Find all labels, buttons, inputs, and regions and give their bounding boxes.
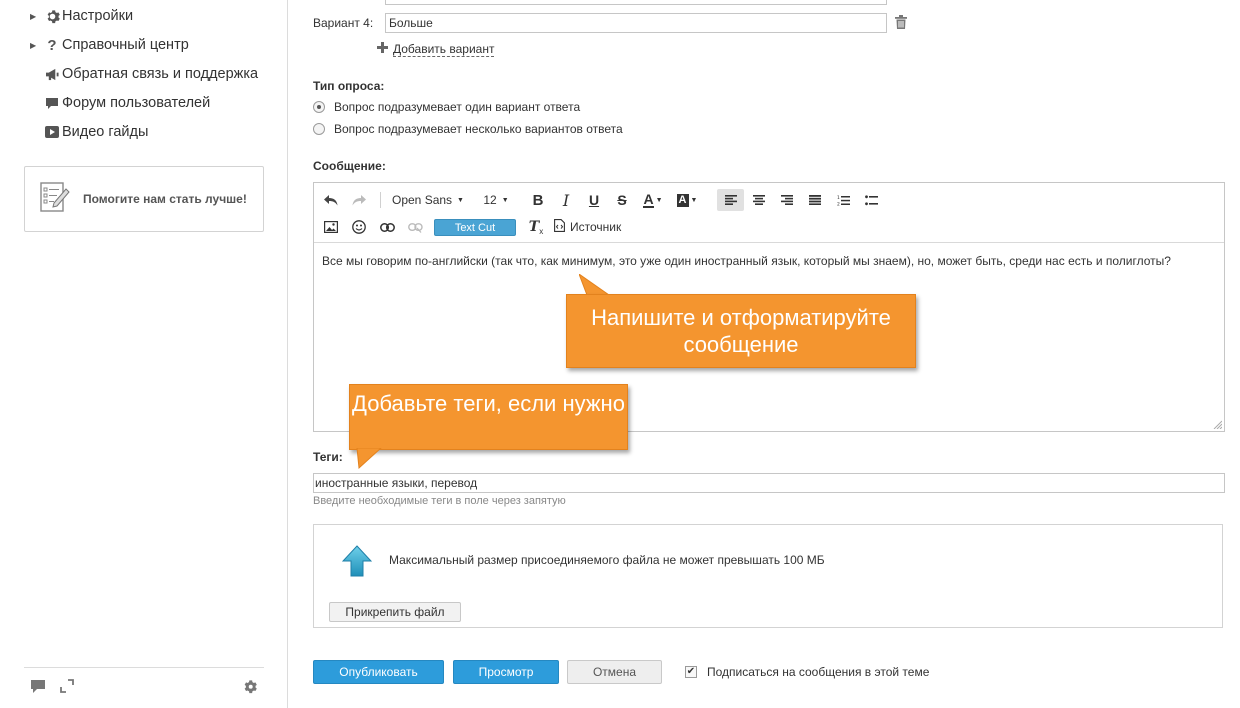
publish-button[interactable]: Опубликовать	[313, 660, 444, 684]
message-text-area[interactable]: Все мы говорим по-английски (так что, ка…	[322, 253, 1216, 269]
help-box-label: Помогите нам стать лучше!	[83, 192, 247, 206]
sidebar-item-label: Настройки	[62, 8, 134, 24]
radio-single-answer[interactable]: Вопрос подразумевает один вариант ответа	[313, 100, 580, 114]
svg-text:2: 2	[837, 201, 840, 206]
font-size-select[interactable]: 12 ▼	[480, 189, 512, 211]
feedback-form-icon	[39, 181, 71, 218]
sidebar-item-label: Форум пользователей	[62, 95, 211, 111]
font-family-value: Open Sans	[392, 193, 453, 207]
cancel-button[interactable]: Отмена	[567, 660, 662, 684]
callout-pointer	[355, 447, 385, 470]
tags-heading: Теги:	[313, 450, 343, 464]
sidebar: ▶ Настройки ▶ ? Справочный центр Обратна…	[0, 0, 288, 708]
underline-icon[interactable]: U	[583, 189, 605, 211]
help-us-improve-button[interactable]: Помогите нам стать лучше!	[24, 166, 264, 232]
bullet-list-icon[interactable]	[860, 189, 882, 211]
background-color-icon[interactable]: A ▼	[674, 189, 700, 211]
question-icon: ?	[47, 36, 57, 54]
numbered-list-icon[interactable]: 12	[832, 189, 854, 211]
align-center-icon[interactable]	[748, 189, 770, 211]
preview-button[interactable]: Просмотр	[453, 660, 559, 684]
poll-type-heading: Тип опроса:	[313, 79, 385, 93]
undo-icon[interactable]	[320, 189, 342, 211]
subscribe-label: Подписаться на сообщения в этой теме	[707, 665, 930, 679]
sidebar-item-video-guides[interactable]: Видео гайды	[30, 121, 148, 143]
clear-formatting-icon[interactable]: Tx	[525, 216, 547, 238]
callout-add-tags: Добавьте теги, если нужно	[349, 384, 628, 450]
upload-arrow-icon	[341, 545, 373, 582]
sidebar-item-settings[interactable]: ▶ Настройки	[30, 5, 133, 27]
callout-write-message: Напишите и отформатируйте сообщение	[566, 294, 916, 368]
settings-gear-icon[interactable]	[242, 679, 257, 699]
text-cut-button[interactable]: Text Cut	[434, 219, 516, 236]
editor-toolbar: Open Sans ▼ 12 ▼ B I U S A ▼ A ▼ 1 2 Tex…	[314, 183, 1224, 243]
main-content: Вариант 4: Добавить вариант Тип опроса: …	[289, 0, 1240, 708]
tags-hint: Введите необходимые теги в поле через за…	[313, 495, 566, 507]
sidebar-item-label: Видео гайды	[62, 124, 149, 140]
radio-label: Вопрос подразумевает один вариант ответа	[334, 100, 581, 114]
video-play-icon	[42, 126, 62, 138]
gear-icon	[42, 9, 62, 24]
chevron-down-icon: ▼	[457, 196, 464, 204]
sidebar-item-label: Справочный центр	[62, 37, 189, 53]
radio-button[interactable]	[313, 101, 325, 113]
attach-file-button[interactable]: Прикрепить файл	[329, 602, 461, 622]
strikethrough-icon[interactable]: S	[611, 189, 633, 211]
tags-input[interactable]	[313, 473, 1225, 493]
fullscreen-icon[interactable]	[60, 679, 74, 698]
emoji-icon[interactable]	[348, 216, 370, 238]
unlink-icon[interactable]	[404, 216, 426, 238]
font-family-select[interactable]: Open Sans ▼	[390, 189, 466, 211]
radio-button[interactable]	[313, 123, 325, 135]
chat-bubble-icon	[42, 97, 62, 110]
italic-icon[interactable]: I	[555, 189, 577, 211]
bold-icon[interactable]: B	[527, 189, 549, 211]
sidebar-item-label: Обратная связь и поддержка	[62, 66, 259, 82]
sidebar-item-feedback[interactable]: Обратная связь и поддержка	[30, 63, 258, 85]
sidebar-item-help-center[interactable]: ▶ ? Справочный центр	[30, 34, 189, 56]
text-color-icon[interactable]: A ▼	[640, 189, 666, 211]
plus-icon	[377, 40, 388, 58]
font-size-value: 12	[483, 193, 497, 207]
upload-size-note: Максимальный размер присоединяемого файл…	[389, 553, 825, 567]
previous-variant-input[interactable]	[385, 0, 887, 5]
sidebar-item-forum[interactable]: Форум пользователей	[30, 92, 210, 114]
add-variant-label: Добавить вариант	[393, 41, 495, 57]
radio-multiple-answers[interactable]: Вопрос подразумевает несколько вариантов…	[313, 122, 623, 136]
megaphone-icon	[42, 68, 62, 81]
trash-icon[interactable]	[895, 15, 907, 34]
radio-label: Вопрос подразумевает несколько вариантов…	[334, 122, 623, 136]
source-label: Источник	[570, 220, 622, 234]
file-upload-area[interactable]: Максимальный размер присоединяемого файл…	[313, 524, 1223, 628]
align-justify-icon[interactable]	[804, 189, 826, 211]
insert-link-icon[interactable]	[376, 216, 398, 238]
resize-handle-icon[interactable]	[1212, 419, 1222, 429]
source-button[interactable]: Источник	[554, 216, 628, 238]
align-right-icon[interactable]	[776, 189, 798, 211]
chat-icon[interactable]	[30, 679, 46, 699]
chevron-down-icon: ▼	[501, 196, 509, 204]
variant-4-label: Вариант 4:	[313, 16, 374, 30]
caret-right-icon[interactable]: ▶	[30, 12, 42, 21]
caret-right-icon[interactable]: ▶	[30, 41, 42, 50]
insert-image-icon[interactable]	[320, 216, 342, 238]
variant-4-input[interactable]	[385, 13, 887, 33]
sidebar-footer	[24, 667, 264, 708]
add-variant-link[interactable]: Добавить вариант	[377, 40, 495, 58]
svg-text:1: 1	[837, 195, 840, 201]
align-left-icon[interactable]	[717, 189, 744, 211]
subscribe-checkbox[interactable]: ✔	[685, 666, 697, 678]
message-heading: Сообщение:	[313, 159, 386, 173]
redo-icon[interactable]	[348, 189, 370, 211]
source-code-icon	[554, 219, 565, 235]
